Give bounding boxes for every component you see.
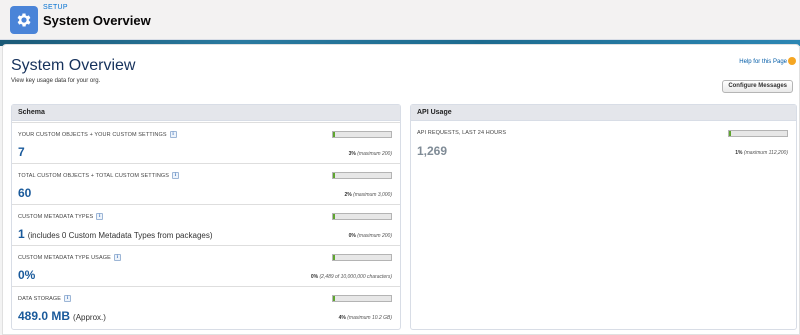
gear-icon xyxy=(10,6,38,34)
usage-bar xyxy=(332,213,392,220)
usage-percent: 1% xyxy=(735,150,743,156)
usage-value[interactable]: 1 xyxy=(18,227,25,241)
api-box-title: API Usage xyxy=(411,105,796,121)
usage-bar xyxy=(332,131,392,138)
usage-bar-fill xyxy=(729,131,731,136)
usage-row: TOTAL CUSTOM OBJECTS + TOTAL CUSTOM SETT… xyxy=(12,163,400,204)
usage-row: CUSTOM METADATA TYPE USAGE i 0% 0% (2,489… xyxy=(12,245,400,286)
setup-header: SETUP System Overview xyxy=(0,0,800,40)
usage-bar-fill xyxy=(333,173,335,178)
main-panel: System Overview View key usage data for … xyxy=(2,44,800,335)
schema-box: Schema YOUR CUSTOM OBJECTS + YOUR CUSTOM… xyxy=(11,104,401,330)
info-icon[interactable]: i xyxy=(169,131,177,138)
usage-value-note: (Approx.) xyxy=(73,313,106,322)
usage-percent: 2% xyxy=(344,192,352,198)
usage-row: CUSTOM METADATA TYPES i 1 (includes 0 Cust… xyxy=(12,204,400,245)
usage-percent: 0% xyxy=(348,233,356,239)
usage-label: CUSTOM METADATA TYPE USAGE xyxy=(18,254,111,261)
usage-value[interactable]: 7 xyxy=(18,145,25,159)
usage-bar xyxy=(332,295,392,302)
usage-label: CUSTOM METADATA TYPES xyxy=(18,213,94,220)
configure-messages-button[interactable]: Configure Messages xyxy=(722,80,793,93)
usage-max: (maximum 10.2 GB) xyxy=(347,315,392,321)
api-usage-box: API Usage API REQUESTS, LAST 24 HOURS 1,… xyxy=(410,104,797,330)
usage-row: API REQUESTS, LAST 24 HOURS 1,269 1% (ma… xyxy=(411,122,796,163)
usage-bar-fill xyxy=(333,296,336,301)
usage-value: 1,269 xyxy=(417,144,448,158)
help-link[interactable]: Help for this Page xyxy=(739,59,787,65)
usage-value[interactable]: 60 xyxy=(18,186,31,200)
usage-label: API REQUESTS, LAST 24 HOURS xyxy=(417,130,507,136)
usage-label: YOUR CUSTOM OBJECTS + YOUR CUSTOM SETTIN… xyxy=(18,131,167,138)
usage-label: TOTAL CUSTOM OBJECTS + TOTAL CUSTOM SETT… xyxy=(18,172,170,179)
setup-eyebrow[interactable]: SETUP xyxy=(43,4,68,11)
info-icon[interactable]: i xyxy=(113,254,121,261)
usage-bar xyxy=(332,254,392,261)
usage-max: (maximum 112,200) xyxy=(743,150,788,156)
usage-percent: 4% xyxy=(338,315,346,321)
usage-bar xyxy=(728,130,788,137)
help-icon[interactable] xyxy=(788,57,796,65)
info-icon[interactable]: i xyxy=(172,172,180,179)
usage-value[interactable]: 0% xyxy=(18,268,35,282)
usage-max: (2,489 of 10,000,000 characters) xyxy=(319,274,392,280)
usage-max: (maximum 200) xyxy=(357,151,392,157)
header-title: System Overview xyxy=(43,13,151,28)
usage-bar xyxy=(332,172,392,179)
usage-percent: 0% xyxy=(310,274,319,280)
usage-row: YOUR CUSTOM OBJECTS + YOUR CUSTOM SETTIN… xyxy=(12,122,400,163)
usage-max: (maximum 3,000) xyxy=(353,192,392,198)
usage-bar-fill xyxy=(333,132,335,137)
page-title: System Overview xyxy=(11,57,136,74)
usage-value[interactable]: 489.0 MB xyxy=(18,309,70,323)
usage-label: DATA STORAGE xyxy=(18,295,62,302)
info-icon[interactable]: i xyxy=(96,213,104,220)
usage-percent: 3% xyxy=(348,151,356,157)
page-description: View key usage data for your org. xyxy=(11,78,101,84)
usage-max: (maximum 200) xyxy=(357,233,392,239)
usage-bar-fill xyxy=(333,255,335,260)
usage-value-note: (includes 0 Custom Metadata Types from p… xyxy=(27,231,213,240)
usage-bar-fill xyxy=(333,214,335,219)
schema-box-title: Schema xyxy=(12,105,400,121)
info-icon[interactable]: i xyxy=(64,295,72,302)
usage-row: DATA STORAGE i 489.0 MB (Approx.) 4% (maxi… xyxy=(12,286,400,329)
